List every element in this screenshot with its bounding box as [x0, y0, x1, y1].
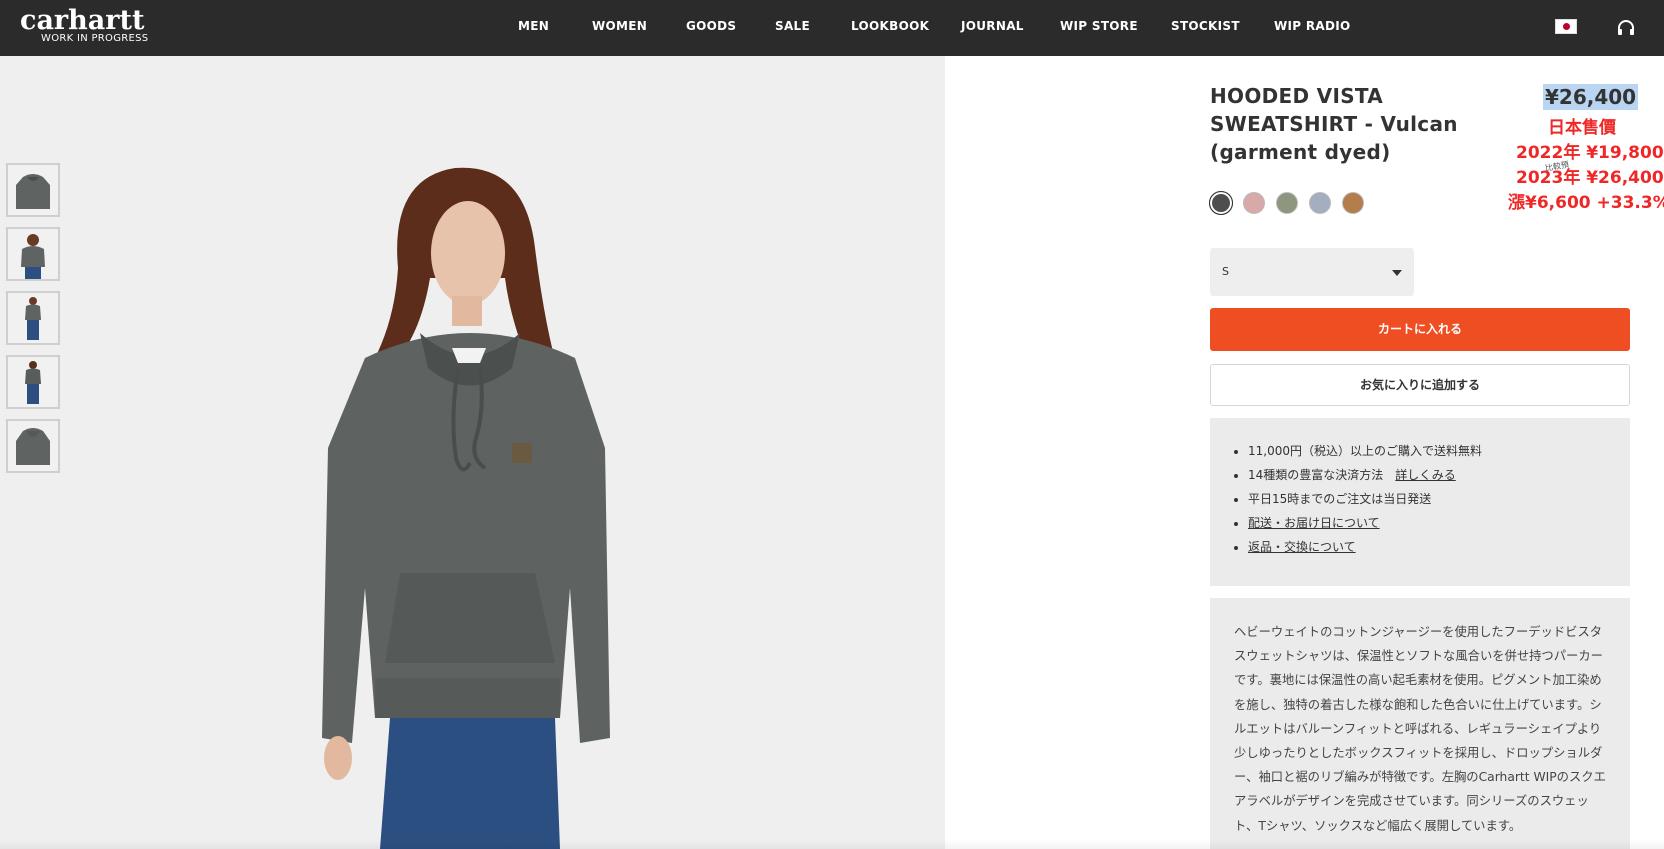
bottom-fade: [0, 840, 1664, 849]
info-payment-methods: 14種類の豊富な決済方法 詳しくみる: [1248, 466, 1606, 490]
info-returns: 返品・交換について: [1248, 538, 1606, 562]
main-product-image[interactable]: [280, 118, 660, 849]
payment-details-link[interactable]: 詳しくみる: [1395, 468, 1455, 482]
info-delivery: 配送・お届け日について: [1248, 514, 1606, 538]
nav-item-women[interactable]: WOMEN: [592, 19, 647, 33]
product-title: HOODED VISTA SWEATSHIRT - Vulcan (garmen…: [1210, 84, 1458, 164]
headphones-icon[interactable]: [1616, 18, 1636, 38]
nav-item-goods[interactable]: GOODS: [686, 19, 736, 33]
color-swatches: [1209, 191, 1364, 215]
thumbnail-model-full[interactable]: [6, 291, 60, 345]
product-description: ヘビーウェイトのコットンジャージーを使用したフーデッドビスタスウェットシャツは、…: [1210, 598, 1630, 849]
japan-flag-icon[interactable]: [1555, 19, 1577, 34]
annotation-price-2022: 2022年 ¥19,800: [1516, 143, 1664, 163]
nav-item-wip-store[interactable]: WIP STORE: [1060, 19, 1138, 33]
annotation-increase: 漲¥6,600 +33.3%: [1508, 193, 1664, 213]
swatch-green[interactable]: [1276, 192, 1298, 214]
info-free-shipping: 11,000円（税込）以上のご購入で送料無料: [1248, 442, 1606, 466]
product-price: ¥26,400: [1543, 84, 1639, 110]
chevron-down-icon: [1392, 270, 1402, 276]
add-to-cart-button[interactable]: カートに入れる: [1210, 308, 1630, 351]
returns-info-link[interactable]: 返品・交換について: [1248, 540, 1356, 554]
swatch-brown[interactable]: [1342, 192, 1364, 214]
add-to-favorites-button[interactable]: お気に入りに追加する: [1210, 364, 1630, 406]
thumbnail-model-front[interactable]: [6, 227, 60, 281]
annotation-price-2023: 2023年 ¥26,400: [1516, 168, 1664, 188]
info-same-day-shipping: 平日15時までのご注文は当日発送: [1248, 490, 1606, 514]
size-dropdown[interactable]: S: [1210, 248, 1414, 296]
top-navigation-bar: carhartt WORK IN PROGRESS MEN WOMEN GOOD…: [0, 0, 1664, 56]
annotation-label: 日本售價: [1548, 118, 1616, 138]
swatch-blue[interactable]: [1309, 192, 1331, 214]
thumbnail-back-hoodie[interactable]: [6, 419, 60, 473]
thumbnail-front-hoodie[interactable]: [6, 163, 60, 217]
shipping-info-box: 11,000円（税込）以上のご購入で送料無料 14種類の豊富な決済方法 詳しくみ…: [1210, 418, 1630, 586]
nav-item-stockist[interactable]: STOCKIST: [1171, 19, 1240, 33]
nav-item-lookbook[interactable]: LOOKBOOK: [851, 19, 929, 33]
nav-item-sale[interactable]: SALE: [775, 19, 810, 33]
swatch-vulcan[interactable]: [1209, 191, 1233, 215]
nav-item-wip-radio[interactable]: WIP RADIO: [1274, 19, 1351, 33]
thumbnail-model-back[interactable]: [6, 355, 60, 409]
swatch-pink[interactable]: [1243, 192, 1265, 214]
info-list: 11,000円（税込）以上のご購入で送料無料 14種類の豊富な決済方法 詳しくみ…: [1248, 442, 1606, 562]
thumbnail-list: [6, 163, 60, 483]
info-payment-text: 14種類の豊富な決済方法: [1248, 468, 1384, 482]
size-value: S: [1222, 265, 1229, 278]
nav-item-journal[interactable]: JOURNAL: [961, 19, 1024, 33]
product-gallery: [0, 56, 945, 849]
main-nav: MEN WOMEN GOODS SALE LOOKBOOK JOURNAL WI…: [0, 0, 1664, 56]
nav-item-men[interactable]: MEN: [518, 19, 549, 33]
delivery-info-link[interactable]: 配送・お届け日について: [1248, 516, 1380, 530]
